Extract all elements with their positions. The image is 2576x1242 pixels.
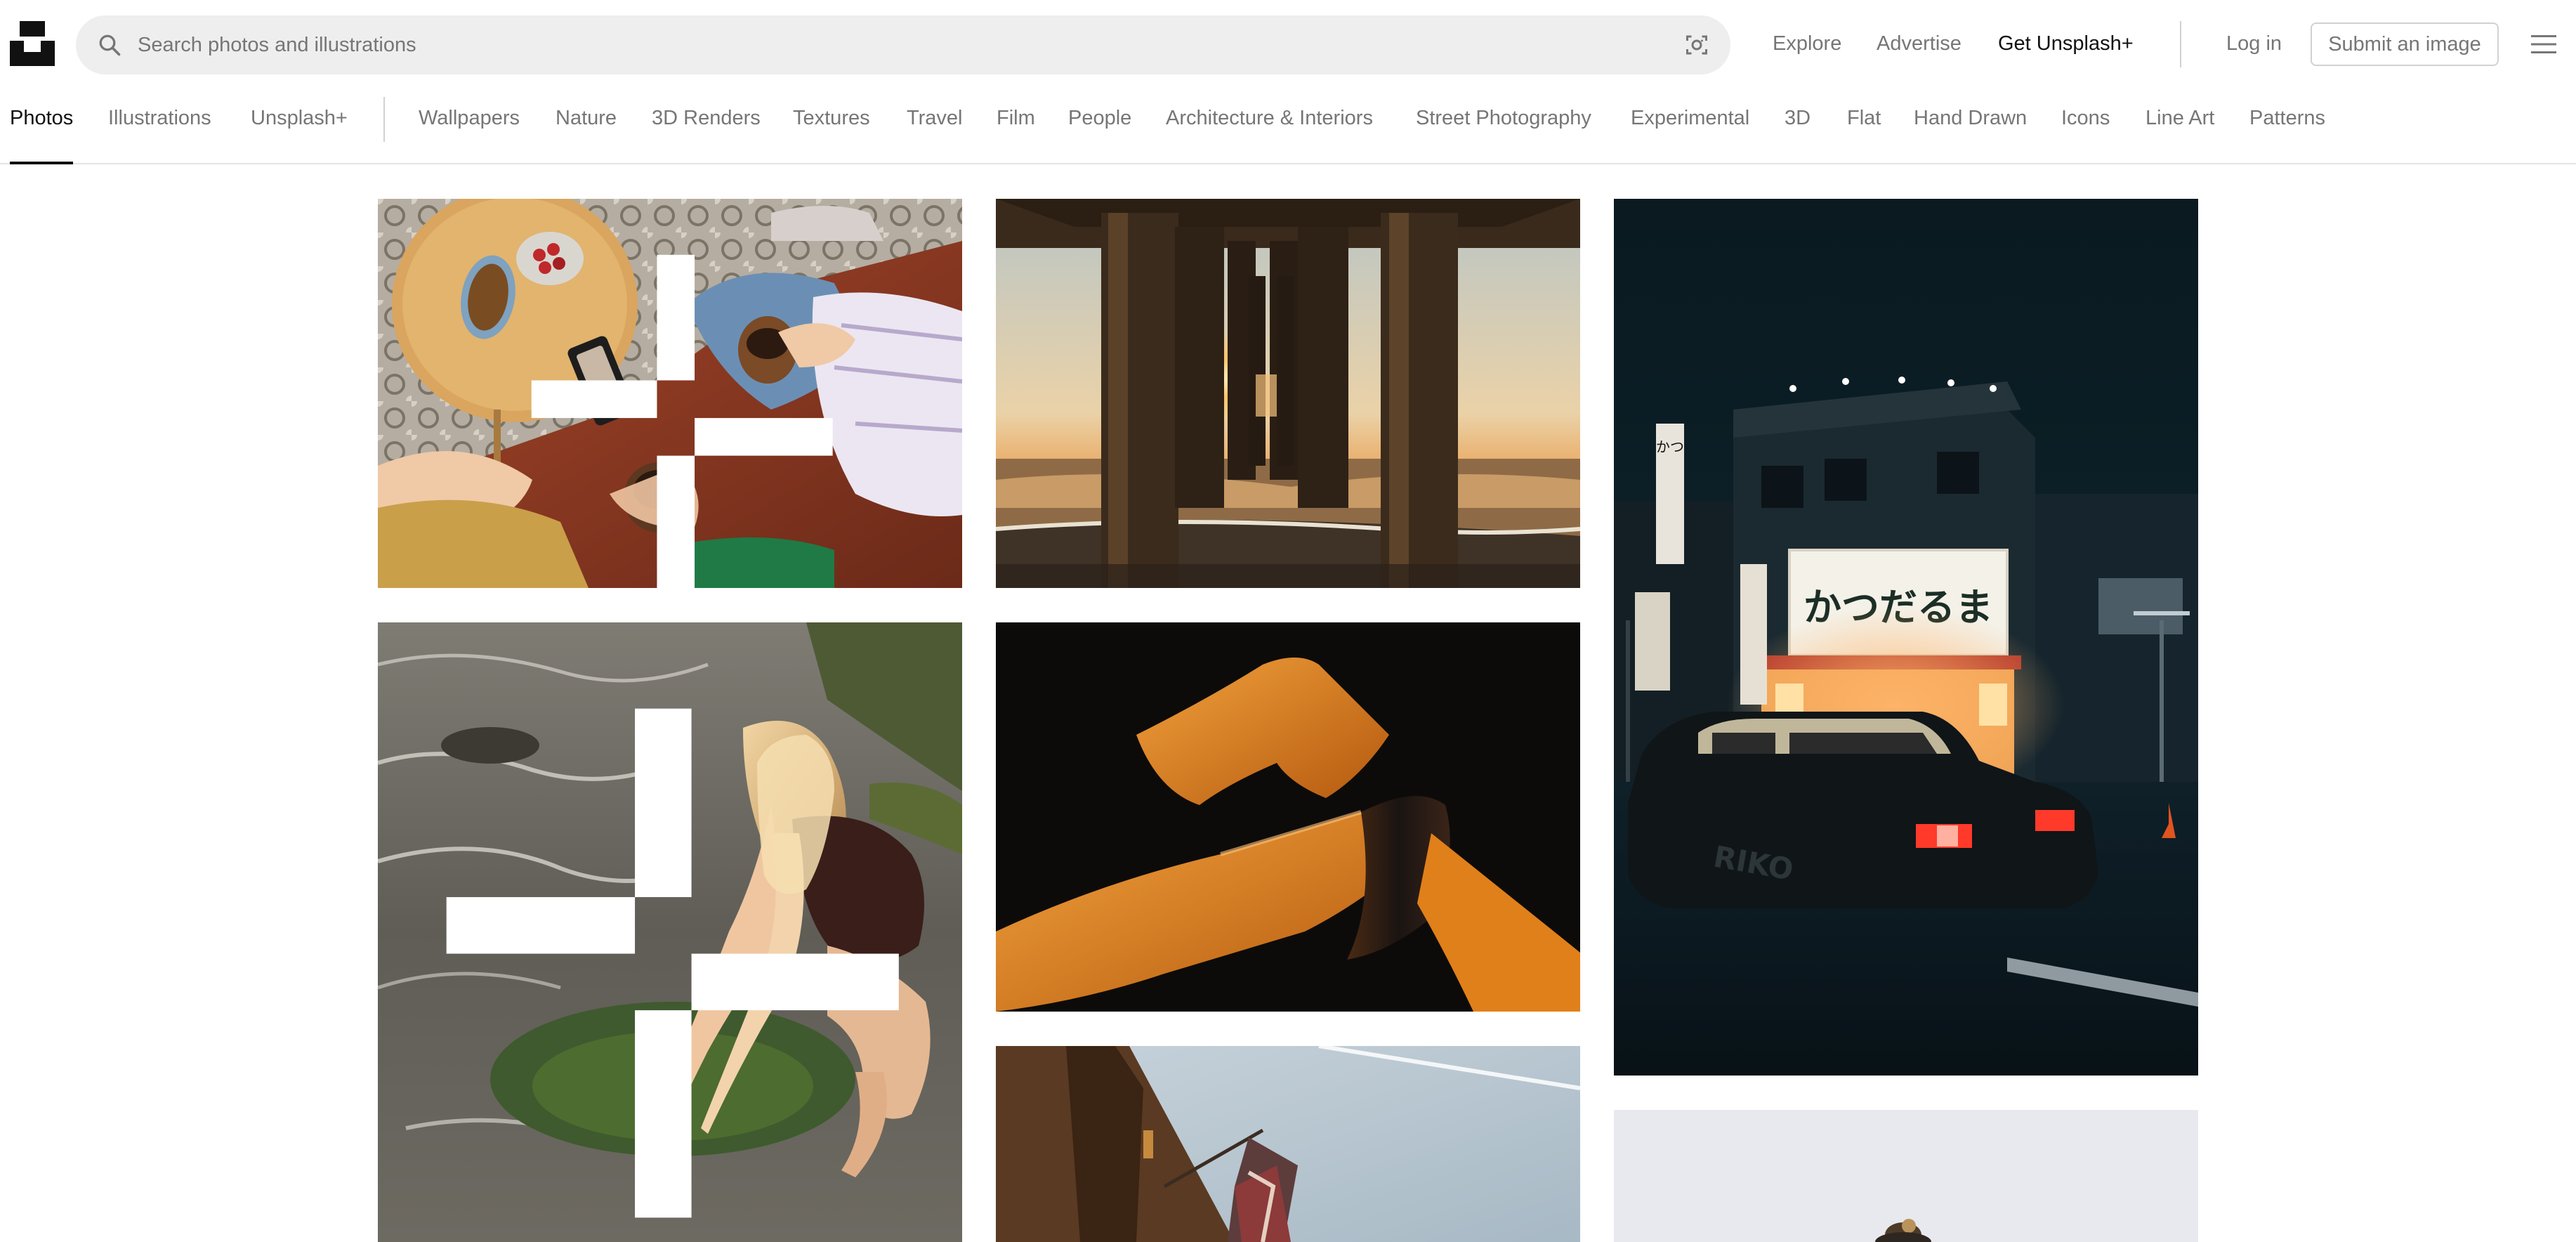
search-input[interactable] (138, 15, 1612, 74)
nav-item-street-photography[interactable]: Street Photography (1416, 89, 1591, 163)
vertical-store-sign-text: かつ (1656, 438, 1684, 455)
login-link[interactable]: Log in (2226, 30, 2282, 58)
submit-image-button[interactable]: Submit an image (2311, 22, 2499, 66)
photo-orange-ribbon-image (996, 622, 1580, 1012)
nav-divider (383, 97, 385, 142)
nav-item-travel[interactable]: Travel (907, 89, 963, 163)
photo-tokyo-street-image: かつ かつだるま RIKO (1614, 199, 2198, 1076)
category-nav: Photos Illustrations Unsplash+ Wallpaper… (0, 89, 2576, 164)
photo-orange-ribbon[interactable] (996, 622, 1580, 1012)
unsplash-logo-icon[interactable] (10, 21, 55, 66)
nav-item-illustrations[interactable]: Illustrations (108, 89, 211, 163)
nav-item-3d-renders[interactable]: 3D Renders (652, 89, 761, 163)
top-header: Explore Advertise Get Unsplash+ Log in S… (0, 0, 2576, 89)
header-divider (2180, 21, 2181, 67)
nav-item-line-art[interactable]: Line Art (2145, 89, 2214, 163)
nav-item-3d[interactable]: 3D (1785, 89, 1811, 163)
photo-coffee-lounge[interactable] (378, 199, 962, 588)
photo-woman-river[interactable] (378, 622, 962, 1242)
search-bar[interactable] (76, 15, 1730, 74)
photo-building-flags[interactable] (996, 1046, 1580, 1242)
nav-item-icons[interactable]: Icons (2061, 89, 2110, 163)
photo-pier-sunset-image (996, 199, 1580, 588)
nav-item-flat[interactable]: Flat (1847, 89, 1881, 163)
nav-item-textures[interactable]: Textures (793, 89, 870, 163)
photo-bird-sky-image (1614, 1110, 2198, 1242)
nav-item-wallpapers[interactable]: Wallpapers (419, 89, 520, 163)
search-icon[interactable] (97, 32, 122, 58)
nav-item-unsplash-plus[interactable]: Unsplash+ (251, 89, 348, 163)
nav-item-patterns[interactable]: Patterns (2249, 89, 2325, 163)
get-unsplash-plus-link[interactable]: Get Unsplash+ (1998, 30, 2134, 58)
nav-item-nature[interactable]: Nature (556, 89, 617, 163)
photo-bird-sky[interactable] (1614, 1110, 2198, 1242)
explore-link[interactable]: Explore (1773, 30, 1841, 58)
unsplash-plus-badge-icon (446, 708, 899, 1218)
advertise-link[interactable]: Advertise (1877, 30, 1961, 58)
nav-item-hand-drawn[interactable]: Hand Drawn (1914, 89, 2027, 163)
nav-item-film[interactable]: Film (997, 89, 1035, 163)
hamburger-menu-icon[interactable] (2528, 31, 2559, 58)
nav-item-experimental[interactable]: Experimental (1631, 89, 1749, 163)
nav-item-photos[interactable]: Photos (10, 89, 74, 164)
visual-search-icon[interactable] (1684, 32, 1709, 58)
unsplash-plus-badge-icon (531, 254, 833, 588)
nav-item-architecture-interiors[interactable]: Architecture & Interiors (1166, 89, 1373, 163)
photo-tokyo-street[interactable]: かつ かつだるま RIKO (1614, 199, 2198, 1076)
photo-building-flags-image (996, 1046, 1580, 1242)
nav-item-people[interactable]: People (1068, 89, 1131, 163)
photo-pier-sunset[interactable] (996, 199, 1580, 588)
